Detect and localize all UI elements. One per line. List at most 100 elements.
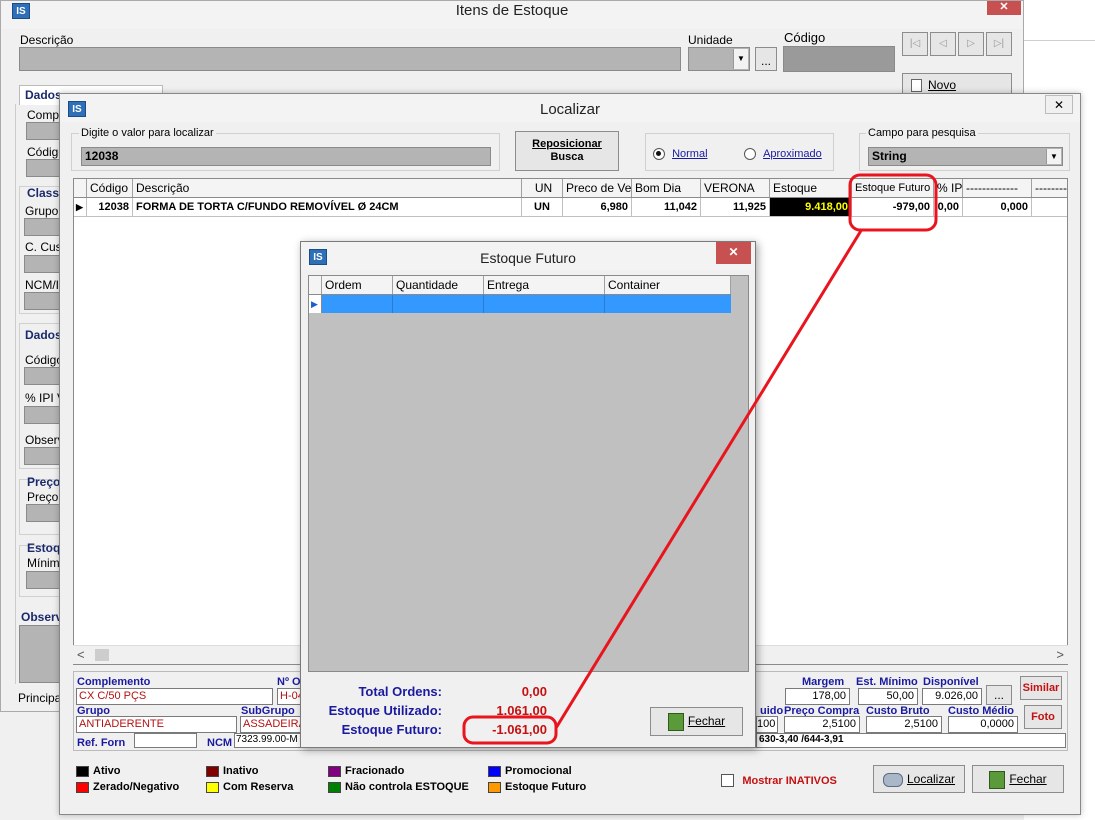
fechar-button[interactable]: Fechar	[972, 765, 1064, 793]
cell-bomdia[interactable]: 11,042	[632, 198, 701, 216]
cell-estoque[interactable]: 9.418,00	[770, 198, 852, 216]
cell-ordem[interactable]	[322, 295, 393, 313]
principal-tab[interactable]: Principal	[18, 691, 64, 705]
margem-field[interactable]: 178,00	[785, 688, 850, 705]
col-descricao[interactable]: Descrição	[133, 179, 522, 197]
futuro-fechar-button[interactable]: Fechar	[650, 707, 743, 736]
mostrar-inativos-checkbox[interactable]: Mostrar INATIVOS	[721, 773, 837, 788]
ref-value: 630-3,40 /644-3,91	[759, 734, 844, 745]
itens-close-button[interactable]: ✕	[987, 1, 1021, 15]
total-ordens-value: 0,00	[521, 684, 547, 699]
last-record-button[interactable]: ▷|	[986, 32, 1012, 56]
cell-entrega[interactable]	[484, 295, 605, 313]
campo-select[interactable]: String ▼	[868, 147, 1063, 166]
ncm-value: 7323.99.00-M	[236, 734, 298, 745]
legend-swatch-reserva	[206, 782, 219, 793]
scroll-right-arrow[interactable]: >	[1056, 647, 1064, 662]
custo-bruto-value: 2,5100	[904, 718, 938, 730]
scroll-thumb[interactable]	[95, 649, 109, 661]
radio-normal-dot	[653, 148, 665, 161]
radio-aproximado[interactable]: Aproximado	[744, 148, 822, 161]
ncm-field[interactable]: 7323.99.00-M	[234, 733, 302, 748]
col-codigo[interactable]: Código	[87, 179, 133, 197]
localizar-button-label: Localizar	[906, 772, 956, 786]
ncm-label: NCM	[207, 737, 233, 749]
custo-bruto-field[interactable]: 2,5100	[866, 716, 942, 733]
col-un[interactable]: UN	[522, 179, 563, 197]
localizar-button[interactable]: Localizar	[873, 765, 965, 793]
novo-label: Novo	[928, 78, 957, 92]
binoculars-icon	[882, 772, 903, 787]
disponivel-field[interactable]: 9.026,00	[922, 688, 982, 705]
subgrupo-value: ASSADEIRA	[243, 718, 302, 730]
similar-button[interactable]: Similar	[1020, 676, 1062, 700]
preco-compra-field[interactable]: 2,5100	[784, 716, 860, 733]
col-container[interactable]: Container	[605, 276, 731, 294]
no-field[interactable]: H-04	[277, 688, 304, 705]
est-minimo-value: 50,00	[886, 690, 914, 702]
table-row[interactable]: ▶	[309, 295, 731, 313]
cell-preco[interactable]: 6,980	[563, 198, 632, 216]
descricao-input[interactable]	[19, 47, 681, 71]
reposicionar-line2: Busca	[550, 151, 584, 163]
side-observ-title: Observ	[21, 610, 63, 624]
codigo-input[interactable]	[783, 46, 895, 72]
col-entrega[interactable]: Entrega	[484, 276, 605, 294]
next-record-button[interactable]: ▷	[958, 32, 984, 56]
legend-swatch-zerado	[76, 782, 89, 793]
futuro-grid[interactable]: Ordem Quantidade Entrega Container ▶	[308, 275, 749, 672]
localizar-close-button[interactable]: ✕	[1045, 95, 1073, 114]
cell-un[interactable]: UN	[522, 198, 563, 216]
ref-field[interactable]: 630-3,40 /644-3,91	[756, 733, 1066, 748]
table-row[interactable]: ▶ 12038 FORMA DE TORTA C/FUNDO REMOVÍVEL…	[74, 198, 1067, 217]
col-estoque-futuro[interactable]: Estoque Futuro	[852, 179, 934, 197]
scroll-left-arrow[interactable]: <	[77, 647, 85, 662]
cell-quantidade[interactable]	[393, 295, 484, 313]
cell-descricao[interactable]: FORMA DE TORTA C/FUNDO REMOVÍVEL Ø 24CM	[133, 198, 522, 216]
cell-extra2[interactable]	[1032, 198, 1067, 216]
ref-forn-field[interactable]	[134, 733, 197, 748]
col-quantidade[interactable]: Quantidade	[393, 276, 484, 294]
legend-swatch-promocional	[488, 766, 501, 777]
legend-inativo: Inativo	[223, 765, 259, 777]
cell-estoque-futuro[interactable]: -979,00	[852, 198, 934, 216]
liquido-field[interactable]: 100	[756, 716, 778, 733]
prev-record-button[interactable]: ◁	[930, 32, 956, 56]
disponivel-lookup-button[interactable]: ...	[986, 685, 1012, 705]
custo-medio-field[interactable]: 0,0000	[948, 716, 1018, 733]
reposicionar-busca-button[interactable]: Reposicionar Busca	[515, 131, 619, 171]
unidade-label: Unidade	[688, 33, 733, 47]
subgrupo-field[interactable]: ASSADEIRA	[240, 716, 302, 733]
cell-ipi[interactable]: 0,00	[934, 198, 963, 216]
col-extra2[interactable]: ---------	[1032, 179, 1067, 197]
legend-swatch-estoque-futuro	[488, 782, 501, 793]
col-extra1[interactable]: -------------	[963, 179, 1032, 197]
grupo-field[interactable]: ANTIADERENTE	[76, 716, 237, 733]
grupo-value: ANTIADERENTE	[79, 718, 164, 730]
est-minimo-field[interactable]: 50,00	[858, 688, 918, 705]
liquido-value: 100	[757, 718, 776, 730]
cell-container[interactable]	[605, 295, 731, 313]
estoque-futuro-close-button[interactable]: ✕	[716, 242, 751, 264]
col-bomdia[interactable]: Bom Dia	[632, 179, 701, 197]
col-estoque[interactable]: Estoque	[770, 179, 852, 197]
cell-verona[interactable]: 11,925	[701, 198, 770, 216]
col-ipi[interactable]: % IPI	[934, 179, 963, 197]
first-record-button[interactable]: |◁	[902, 32, 928, 56]
cell-codigo[interactable]: 12038	[87, 198, 133, 216]
side-estoq-title: Estoq	[27, 541, 61, 555]
unidade-select[interactable]: ▼	[688, 47, 750, 71]
cell-extra[interactable]: 0,000	[963, 198, 1032, 216]
col-ordem[interactable]: Ordem	[322, 276, 393, 294]
mostrar-inativos-label: Mostrar INATIVOS	[742, 775, 837, 787]
col-preco[interactable]: Preco de Ven	[563, 179, 632, 197]
radio-normal[interactable]: Normal	[653, 148, 708, 161]
no-label: Nº O	[277, 676, 301, 688]
search-input[interactable]: 12038	[81, 147, 491, 166]
futuro-fechar-label: Fechar	[687, 714, 726, 728]
unidade-lookup-button[interactable]: ...	[755, 47, 777, 71]
legend-ativo: Ativo	[93, 765, 121, 777]
foto-button[interactable]: Foto	[1024, 705, 1062, 729]
complemento-field[interactable]: CX C/50 PÇS	[76, 688, 273, 705]
col-verona[interactable]: VERONA	[701, 179, 770, 197]
